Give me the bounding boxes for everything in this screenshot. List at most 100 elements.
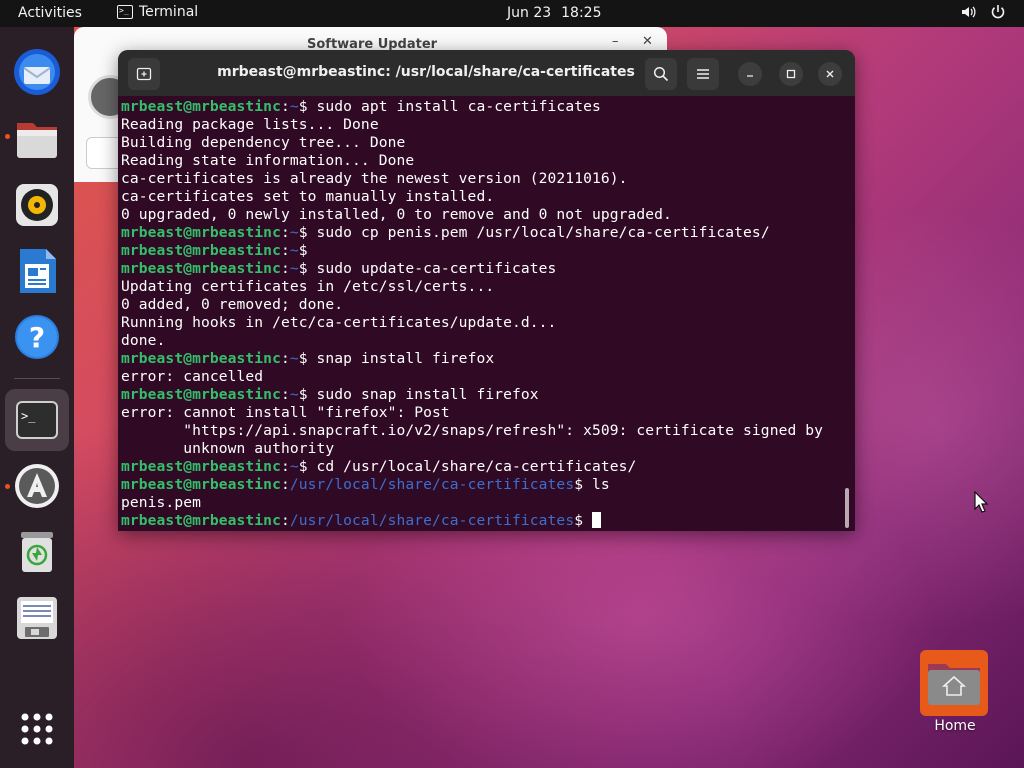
terminal-window[interactable]: mrbeast@mrbeastinc: /usr/local/share/ca-… <box>118 50 855 531</box>
clock-time: 18:25 <box>561 5 602 21</box>
prompt-user-host: mrbeast@mrbeastinc <box>121 242 281 259</box>
top-bar: Activities >_ Terminal Jun 23 18:25 <box>0 0 1024 27</box>
dock-item-thunderbird[interactable] <box>12 47 62 97</box>
desktop-home-label: Home <box>934 718 976 734</box>
prompt-user-host: mrbeast@mrbeastinc <box>121 98 281 115</box>
prompt-path: /usr/local/share/ca-certificates <box>289 512 575 529</box>
dock: ? >_ <box>0 27 74 768</box>
rhythmbox-icon <box>16 184 58 226</box>
prompt-command: $ <box>574 512 592 529</box>
terminal-output-line: Updating certificates in /etc/ssl/certs.… <box>121 278 495 295</box>
terminal-cursor <box>591 512 601 528</box>
clock-date: Jun 23 <box>507 5 552 21</box>
app-menu[interactable]: >_ Terminal <box>117 4 198 20</box>
trash-icon <box>21 532 53 572</box>
terminal-icon: >_ <box>117 5 133 19</box>
new-tab-button[interactable] <box>128 58 160 90</box>
terminal-output-line: Running hooks in /etc/ca-certificates/up… <box>121 314 557 331</box>
hamburger-icon <box>697 69 709 79</box>
show-apps-button[interactable] <box>12 704 62 754</box>
terminal-scrollbar[interactable] <box>845 488 849 528</box>
maximize-icon <box>786 69 796 79</box>
terminal-output-line: "https://api.snapcraft.io/v2/snaps/refre… <box>121 422 824 439</box>
terminal-prompt-line: mrbeast@mrbeastinc:~$ sudo snap install … <box>121 386 841 404</box>
terminal-output-line: Reading state information... Done <box>121 152 415 169</box>
menu-button[interactable] <box>687 58 719 90</box>
dock-item-trash[interactable] <box>12 527 62 577</box>
terminal-output-line: penis.pem <box>121 494 201 511</box>
writer-icon <box>20 249 56 293</box>
running-indicator <box>5 484 10 489</box>
prompt-user-host: mrbeast@mrbeastinc <box>121 350 281 367</box>
terminal-title: mrbeast@mrbeastinc: /usr/local/share/ca-… <box>217 64 635 80</box>
terminal-prompt-line: mrbeast@mrbeastinc:~$ sudo apt install c… <box>121 98 841 116</box>
prompt-user-host: mrbeast@mrbeastinc <box>121 386 281 403</box>
dock-separator <box>14 378 60 379</box>
prompt-separator: : <box>280 476 290 493</box>
prompt-path: ~ <box>289 224 299 241</box>
system-tray[interactable] <box>960 4 1006 24</box>
volume-icon[interactable] <box>960 4 976 24</box>
prompt-path: ~ <box>289 98 299 115</box>
terminal-output-line: 0 upgraded, 0 newly installed, 0 to remo… <box>121 206 672 223</box>
mouse-pointer-icon <box>974 490 989 517</box>
disk-icon <box>17 597 57 639</box>
prompt-command: $ snap install firefox <box>298 350 495 367</box>
prompt-command: $ ls <box>574 476 610 493</box>
clock[interactable]: Jun 23 18:25 <box>507 5 602 21</box>
terminal-prompt-line: mrbeast@mrbeastinc:~$ sudo update-ca-cer… <box>121 260 841 278</box>
prompt-command: $ cd /usr/local/share/ca-certificates/ <box>298 458 637 475</box>
svg-text:>_: >_ <box>21 409 36 423</box>
minimize-button[interactable] <box>738 62 762 86</box>
dock-item-disk[interactable] <box>12 593 62 643</box>
terminal-output-line: ca-certificates set to manually installe… <box>121 188 495 205</box>
dock-item-help[interactable]: ? <box>12 312 62 362</box>
prompt-separator: : <box>280 350 290 367</box>
terminal-output[interactable]: mrbeast@mrbeastinc:~$ sudo apt install c… <box>121 98 841 529</box>
search-button[interactable] <box>645 58 677 90</box>
grid-icon <box>21 713 53 745</box>
terminal-output-line: Reading package lists... Done <box>121 116 379 133</box>
terminal-icon: >_ <box>16 401 58 439</box>
dock-item-rhythmbox[interactable] <box>12 180 62 230</box>
dock-item-files[interactable] <box>12 113 62 163</box>
svg-text:?: ? <box>29 321 45 354</box>
search-icon <box>653 66 669 82</box>
files-icon <box>17 123 57 158</box>
prompt-separator: : <box>280 512 290 529</box>
dock-item-software[interactable] <box>12 461 62 511</box>
terminal-output-line: error: cannot install "firefox": Post <box>121 404 450 421</box>
prompt-path: ~ <box>289 386 299 403</box>
terminal-headerbar[interactable]: mrbeast@mrbeastinc: /usr/local/share/ca-… <box>118 50 855 96</box>
desktop-home-folder[interactable] <box>920 650 988 716</box>
dock-item-writer[interactable] <box>12 246 62 296</box>
terminal-prompt-line: mrbeast@mrbeastinc:~$ sudo cp penis.pem … <box>121 224 841 242</box>
prompt-separator: : <box>280 458 290 475</box>
prompt-command: $ sudo snap install firefox <box>298 386 539 403</box>
terminal-prompt-line: mrbeast@mrbeastinc:/usr/local/share/ca-c… <box>121 476 841 494</box>
help-icon: ? <box>15 315 59 359</box>
terminal-prompt-line: mrbeast@mrbeastinc:~$ <box>121 242 841 260</box>
prompt-user-host: mrbeast@mrbeastinc <box>121 476 281 493</box>
prompt-separator: : <box>280 260 290 277</box>
prompt-path: /usr/local/share/ca-certificates <box>289 476 575 493</box>
close-button[interactable] <box>818 62 842 86</box>
close-icon <box>826 70 834 78</box>
prompt-command: $ sudo apt install ca-certificates <box>298 98 601 115</box>
prompt-user-host: mrbeast@mrbeastinc <box>121 260 281 277</box>
updater-close-button[interactable]: ✕ <box>642 34 653 49</box>
updater-minimize-button[interactable]: – <box>612 34 619 49</box>
activities-button[interactable]: Activities <box>18 5 82 21</box>
new-tab-icon <box>136 67 152 81</box>
app-menu-label: Terminal <box>139 4 199 20</box>
terminal-output-line: unknown authority <box>121 440 335 457</box>
terminal-output-line: Building dependency tree... Done <box>121 134 406 151</box>
prompt-separator: : <box>280 98 290 115</box>
prompt-command: $ sudo update-ca-certificates <box>298 260 557 277</box>
dock-item-terminal[interactable]: >_ <box>12 395 62 445</box>
maximize-button[interactable] <box>779 62 803 86</box>
power-icon[interactable] <box>990 4 1006 24</box>
software-icon <box>15 464 59 508</box>
terminal-output-line: error: cancelled <box>121 368 264 385</box>
running-indicator <box>5 134 10 139</box>
